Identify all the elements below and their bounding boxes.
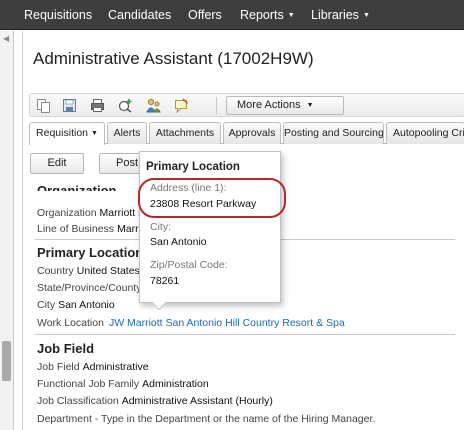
line-of-business-value: Marri	[117, 223, 141, 235]
nav-reports[interactable]: Reports ▼	[240, 0, 295, 30]
primary-location-heading: Primary Location	[37, 245, 144, 260]
tab-attachments[interactable]: Attachments	[149, 122, 221, 144]
popup-zip-label: Zip/Postal Code:	[150, 259, 228, 271]
primary-location-popup: Primary Location Address (line 1): 23808…	[139, 151, 281, 303]
toolbar-separator	[216, 97, 217, 114]
job-classification-field: Job Classification Administrative Assista…	[37, 395, 273, 407]
popup-title: Primary Location	[146, 161, 240, 173]
comment-icon[interactable]	[174, 98, 189, 113]
people-icon[interactable]	[146, 98, 161, 113]
work-location-link[interactable]: JW Marriott San Antonio Hill Country Res…	[109, 317, 345, 329]
chevron-down-icon: ▼	[362, 12, 370, 19]
city-field: City San Antonio	[37, 299, 115, 311]
tab-alerts-label: Alerts	[113, 127, 141, 139]
functional-job-family-field: Functional Job Family Administration	[37, 378, 209, 390]
page-title: Administrative Assistant (17002H9W)	[33, 49, 314, 68]
nav-candidates[interactable]: Candidates	[108, 0, 171, 30]
job-classification-value: Administrative Assistant (Hourly)	[121, 395, 273, 407]
address-highlight-annotation	[138, 178, 286, 218]
state-label: State/Province/County	[37, 282, 142, 294]
job-field-field: Job Field Administrative	[37, 361, 149, 373]
tab-approvals[interactable]: Approvals	[223, 122, 281, 144]
functional-job-family-value: Administration	[142, 378, 209, 390]
tab-posting-and-sourcing-label: Posting and Sourcing	[284, 127, 384, 139]
job-classification-label: Job Classification	[37, 395, 119, 407]
state-field: State/Province/County	[37, 282, 141, 294]
copy-icon[interactable]	[36, 98, 51, 113]
save-icon[interactable]	[62, 98, 77, 113]
job-field-label: Job Field	[37, 361, 80, 373]
job-field-value: Administrative	[82, 361, 149, 373]
tab-alerts[interactable]: Alerts	[107, 122, 147, 144]
more-actions-label: More Actions	[237, 99, 301, 111]
city-label: City	[37, 299, 56, 311]
top-navigation-bar: Requisitions Candidates Offers Reports ▼ …	[0, 0, 464, 30]
print-icon[interactable]	[90, 98, 105, 113]
action-toolbar: More Actions ▼	[29, 93, 464, 117]
nav-candidates-label: Candidates	[108, 8, 172, 22]
work-location-label: Work Location	[37, 317, 104, 329]
chevron-down-icon: ▼	[287, 12, 295, 19]
tab-requisition[interactable]: Requisition ▼	[29, 122, 105, 145]
left-panel-rail: ◀	[0, 31, 14, 430]
nav-reports-label: Reports	[240, 8, 284, 22]
nav-libraries-label: Libraries	[311, 8, 359, 22]
country-field: Country United States	[37, 265, 140, 277]
city-value: San Antonio	[58, 299, 115, 311]
line-of-business-field: Line of Business Marri	[37, 223, 141, 235]
department-hint: Department - Type in the Department or t…	[37, 413, 376, 425]
tab-bar: Requisition ▼ Alerts Attachments Approval…	[29, 122, 464, 145]
tab-approvals-label: Approvals	[228, 127, 276, 139]
organization-label: Organization	[37, 207, 97, 219]
tab-posting-and-sourcing[interactable]: Posting and Sourcing	[283, 122, 384, 144]
tab-attachments-label: Attachments	[155, 127, 215, 139]
tab-autopooling-criteria[interactable]: Autopooling Criteria	[386, 122, 464, 144]
edit-button[interactable]: Edit	[30, 153, 84, 174]
nav-requisitions-label: Requisitions	[24, 8, 93, 22]
nav-offers-label: Offers	[188, 8, 222, 22]
popup-city-label: City:	[150, 221, 171, 233]
work-location-field: Work Location JW Marriott San Antonio Hil…	[37, 317, 345, 329]
functional-job-family-label: Functional Job Family	[37, 378, 140, 390]
nav-requisitions[interactable]: Requisitions	[24, 0, 92, 30]
popup-zip-value: 78261	[150, 275, 180, 287]
more-actions-button[interactable]: More Actions ▼	[226, 96, 344, 115]
chevron-left-icon[interactable]: ◀	[3, 34, 9, 43]
line-of-business-label: Line of Business	[37, 223, 115, 235]
nav-offers[interactable]: Offers	[188, 0, 222, 30]
organization-heading: Organization	[37, 183, 117, 191]
tab-requisition-label: Requisition	[36, 127, 88, 139]
tab-autopooling-criteria-label: Autopooling Criteria	[393, 127, 464, 139]
chevron-down-icon: ▼	[91, 130, 98, 137]
popup-city-value: San Antonio	[150, 236, 207, 248]
scrollbar-thumb[interactable]	[2, 341, 11, 381]
organization-field: Organization Marriott H	[37, 207, 146, 219]
country-label: Country	[37, 265, 74, 277]
add-tag-icon[interactable]	[118, 98, 133, 113]
job-field-heading: Job Field	[37, 341, 95, 356]
section-divider	[35, 334, 455, 335]
nav-libraries[interactable]: Libraries ▼	[311, 0, 370, 30]
chevron-down-icon: ▼	[306, 102, 314, 109]
country-value: United States	[76, 265, 140, 277]
